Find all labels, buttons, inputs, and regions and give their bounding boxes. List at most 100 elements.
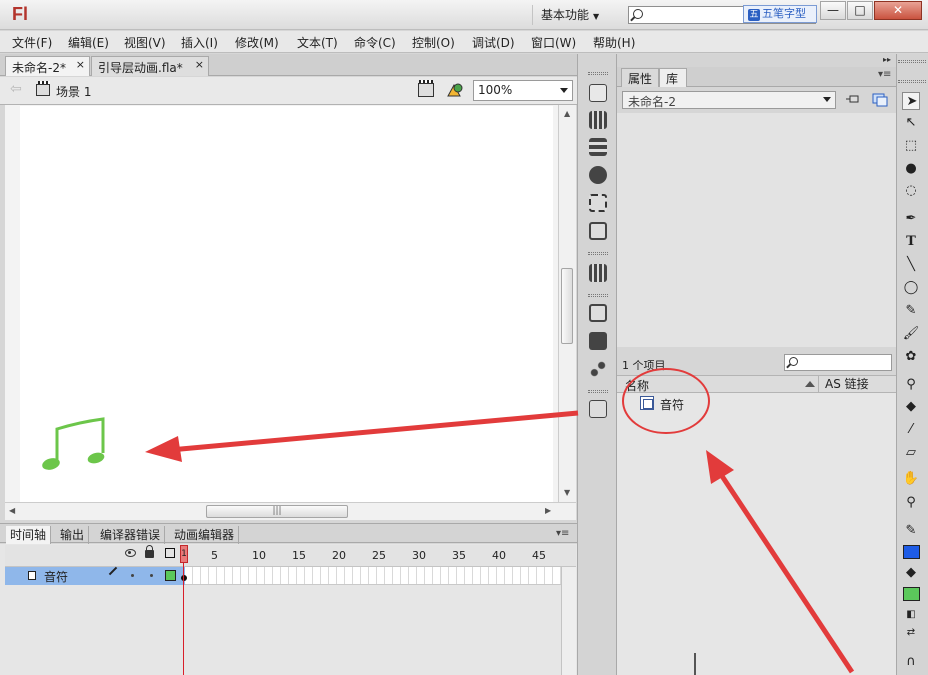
tab-compiler-errors[interactable]: 编译器错误 (96, 526, 166, 544)
eyedropper-tool[interactable]: ⁄ (902, 421, 920, 439)
snap-to-objects-button[interactable]: ∩ (902, 653, 920, 671)
stroke-color-swatch[interactable] (903, 545, 920, 559)
code-snippets-icon[interactable] (589, 304, 607, 322)
subselection-tool[interactable]: ↖ (902, 114, 920, 132)
transform-icon[interactable] (589, 194, 607, 212)
menu-text[interactable]: 文本(T) (297, 34, 338, 51)
pen-tool[interactable]: ✒ (902, 210, 920, 228)
menu-modify[interactable]: 修改(M) (235, 34, 279, 51)
line-tool[interactable]: ╲ (902, 256, 920, 274)
dock-grip[interactable] (588, 294, 608, 297)
stroke-color-tool[interactable]: ✎ (902, 522, 920, 540)
hand-tool[interactable]: ✋ (902, 470, 920, 488)
menu-window[interactable]: 窗口(W) (531, 34, 576, 51)
collapse-icon[interactable]: ▸▸ (883, 55, 891, 64)
pencil-tool[interactable]: ✎ (902, 302, 920, 320)
default-colors-button[interactable]: ◧ (902, 606, 920, 624)
stage[interactable] (20, 106, 553, 502)
text-tool[interactable]: T (902, 233, 920, 251)
pin-icon[interactable] (846, 94, 860, 106)
tab-timeline[interactable]: 时间轴 (6, 526, 52, 544)
column-name-header[interactable]: 名称 (625, 377, 649, 394)
dock-grip[interactable] (588, 390, 608, 393)
eye-icon[interactable] (125, 549, 136, 557)
close-button[interactable]: ✕ (874, 1, 922, 20)
tab-motion-editor[interactable]: 动画编辑器 (170, 526, 240, 544)
library-search-input[interactable] (784, 354, 892, 371)
maximize-button[interactable]: □ (847, 1, 873, 20)
tab-output[interactable]: 输出 (56, 526, 90, 544)
horizontal-scroll-thumb[interactable]: ||| (206, 505, 348, 518)
bone-tool[interactable]: ⚲ (902, 376, 920, 394)
back-arrow-icon[interactable]: ⇦ (10, 81, 22, 97)
swatches-icon[interactable] (589, 111, 607, 129)
history-icon[interactable] (589, 222, 607, 240)
scroll-right-icon[interactable]: ▶ (545, 506, 551, 515)
lock-dot[interactable] (150, 574, 153, 577)
scroll-left-icon[interactable]: ◀ (9, 506, 15, 515)
tools-collapse-icon[interactable] (898, 60, 926, 63)
swap-colors-button[interactable]: ⇄ (902, 624, 920, 642)
deco-tool[interactable]: ✿ (902, 348, 920, 366)
minimize-button[interactable]: — (820, 1, 846, 20)
scroll-up-icon[interactable]: ▲ (564, 109, 570, 118)
library-item[interactable]: 音符 (660, 396, 684, 413)
new-library-panel-icon[interactable] (872, 93, 888, 107)
free-transform-tool[interactable]: ⬚ (902, 137, 920, 155)
library-document-select[interactable]: 未命名-2 (622, 91, 836, 109)
menu-edit[interactable]: 编辑(E) (68, 34, 109, 51)
panel-menu-icon[interactable]: ▾≡ (878, 69, 891, 80)
menu-debug[interactable]: 调试(D) (472, 34, 515, 51)
tab-untitled-2[interactable]: 未命名-2* × (5, 56, 90, 76)
lock-icon[interactable] (145, 545, 154, 558)
paint-bucket-tool[interactable]: ◆ (902, 398, 920, 416)
visibility-dot[interactable] (131, 574, 134, 577)
library-dock-icon[interactable] (589, 400, 607, 418)
lasso-tool[interactable]: ◌ (902, 182, 920, 200)
color-palette-icon[interactable] (589, 84, 607, 102)
info-icon[interactable] (589, 166, 607, 184)
timeline-scrollbar[interactable] (561, 567, 576, 675)
fill-color-swatch[interactable] (903, 587, 920, 601)
music-note-symbol[interactable] (41, 417, 106, 472)
close-icon[interactable]: × (195, 58, 204, 71)
tab-library[interactable]: 库 (659, 68, 687, 87)
close-icon[interactable]: × (76, 58, 85, 71)
vertical-scroll-thumb[interactable] (561, 268, 573, 344)
tools-grip[interactable] (898, 80, 926, 83)
keyframe[interactable] (181, 575, 187, 581)
motion-presets-icon[interactable] (589, 360, 607, 378)
edit-scene-icon[interactable] (418, 80, 434, 97)
dock-grip[interactable] (588, 72, 608, 75)
column-linkage-header[interactable]: AS 链接 (818, 375, 869, 393)
align-icon[interactable] (589, 138, 607, 156)
selection-tool[interactable]: ➤ (902, 92, 920, 110)
frame-cells[interactable] (185, 567, 561, 585)
scroll-down-icon[interactable]: ▼ (564, 488, 570, 497)
zoom-tool[interactable]: ⚲ (902, 494, 920, 512)
layer-outline-color[interactable] (165, 570, 176, 581)
menu-file[interactable]: 文件(F) (12, 34, 52, 51)
zoom-select[interactable]: 100% (473, 80, 573, 101)
components-cube-icon[interactable] (589, 332, 607, 350)
menu-view[interactable]: 视图(V) (124, 34, 166, 51)
eraser-tool[interactable]: ▱ (902, 444, 920, 462)
sort-ascending-icon[interactable] (805, 381, 815, 387)
menu-help[interactable]: 帮助(H) (593, 34, 635, 51)
oval-tool[interactable]: ◯ (902, 279, 920, 297)
components-icon[interactable] (589, 264, 607, 282)
dock-grip[interactable] (588, 252, 608, 255)
brush-tool[interactable]: 🖌 (902, 325, 920, 343)
workspace-switcher[interactable]: 基本功能 ▼ (532, 5, 616, 25)
edit-symbols-icon[interactable] (446, 82, 464, 98)
menu-control[interactable]: 控制(O) (412, 34, 455, 51)
menu-commands[interactable]: 命令(C) (354, 34, 396, 51)
outline-icon[interactable] (165, 548, 175, 558)
3d-rotation-tool[interactable]: ● (902, 160, 920, 178)
playhead[interactable]: 1 (180, 545, 188, 563)
panel-menu-icon[interactable]: ▾≡ (556, 528, 569, 539)
layer-name[interactable]: 音符 (44, 568, 68, 585)
tab-guide-layer-animation[interactable]: 引导层动画.fla* × (91, 56, 209, 76)
fill-color-tool[interactable]: ◆ (902, 564, 920, 582)
menu-insert[interactable]: 插入(I) (181, 34, 218, 51)
